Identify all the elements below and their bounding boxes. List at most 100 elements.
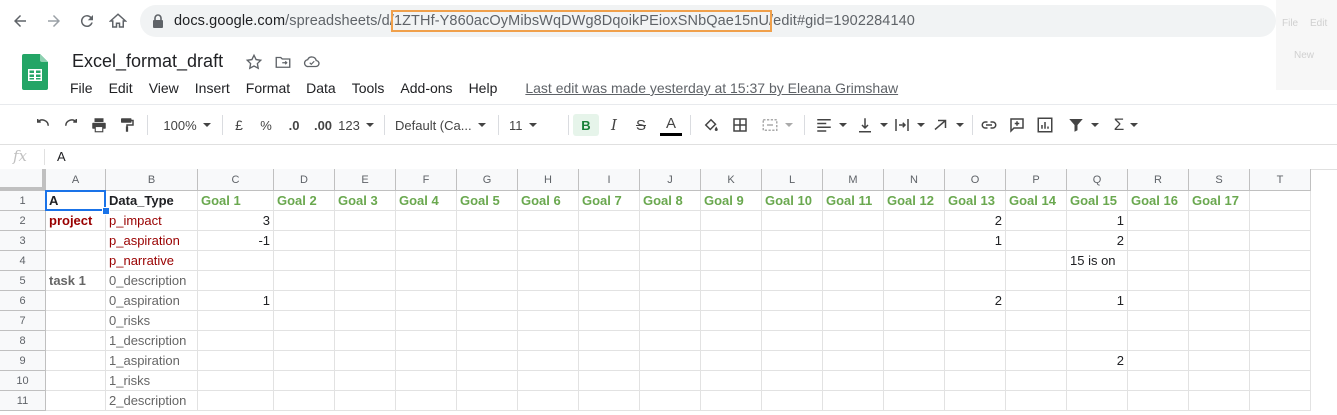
column-header-d[interactable]: D bbox=[274, 169, 335, 191]
italic-button[interactable]: I bbox=[606, 114, 622, 136]
cell-t5[interactable] bbox=[1250, 271, 1311, 291]
cell-d10[interactable] bbox=[274, 371, 335, 391]
cell-r11[interactable] bbox=[1128, 391, 1189, 411]
cell-s11[interactable] bbox=[1189, 391, 1250, 411]
cell-n5[interactable] bbox=[884, 271, 945, 291]
column-header-r[interactable]: R bbox=[1128, 169, 1189, 191]
insert-chart-icon[interactable] bbox=[1035, 114, 1055, 136]
cell-m11[interactable] bbox=[823, 391, 884, 411]
functions-button[interactable]: Σ bbox=[1110, 114, 1142, 136]
cell-s8[interactable] bbox=[1189, 331, 1250, 351]
row-header-8[interactable]: 8 bbox=[0, 331, 46, 351]
last-edit-link[interactable]: Last edit was made yesterday at 15:37 by… bbox=[517, 78, 906, 98]
vertical-align-icon[interactable] bbox=[855, 114, 889, 136]
cell-e3[interactable] bbox=[335, 231, 396, 251]
cell-k9[interactable] bbox=[701, 351, 762, 371]
cell-t3[interactable] bbox=[1250, 231, 1311, 251]
cell-p8[interactable] bbox=[1006, 331, 1067, 351]
cell-g2[interactable] bbox=[457, 211, 518, 231]
cell-l5[interactable] bbox=[762, 271, 823, 291]
cell-p10[interactable] bbox=[1006, 371, 1067, 391]
column-header-s[interactable]: S bbox=[1189, 169, 1250, 191]
cell-j6[interactable] bbox=[640, 291, 701, 311]
cell-e4[interactable] bbox=[335, 251, 396, 271]
cell-p7[interactable] bbox=[1006, 311, 1067, 331]
fill-handle[interactable] bbox=[102, 207, 110, 215]
cell-r5[interactable] bbox=[1128, 271, 1189, 291]
cell-g11[interactable] bbox=[457, 391, 518, 411]
cell-s6[interactable] bbox=[1189, 291, 1250, 311]
menu-file[interactable]: File bbox=[62, 78, 101, 98]
cell-m8[interactable] bbox=[823, 331, 884, 351]
increase-decimal-button[interactable]: .00 bbox=[311, 114, 335, 136]
filter-icon[interactable] bbox=[1064, 114, 1102, 136]
cell-a10[interactable] bbox=[46, 371, 106, 391]
cell-c8[interactable] bbox=[198, 331, 274, 351]
cell-m3[interactable] bbox=[823, 231, 884, 251]
cell-b9[interactable]: 1_aspiration bbox=[106, 351, 198, 371]
cell-t1[interactable] bbox=[1250, 191, 1311, 211]
font-select[interactable]: Default (Ca... bbox=[395, 114, 487, 136]
cell-o1[interactable]: Goal 13 bbox=[945, 191, 1006, 211]
cell-p1[interactable]: Goal 14 bbox=[1006, 191, 1067, 211]
cell-j2[interactable] bbox=[640, 211, 701, 231]
cell-j8[interactable] bbox=[640, 331, 701, 351]
row-header-7[interactable]: 7 bbox=[0, 311, 46, 331]
cell-j10[interactable] bbox=[640, 371, 701, 391]
column-header-m[interactable]: M bbox=[823, 169, 884, 191]
menu-edit[interactable]: Edit bbox=[101, 78, 141, 98]
cell-f7[interactable] bbox=[396, 311, 457, 331]
cell-n4[interactable] bbox=[884, 251, 945, 271]
cell-i8[interactable] bbox=[579, 331, 640, 351]
cell-f11[interactable] bbox=[396, 391, 457, 411]
cell-k8[interactable] bbox=[701, 331, 762, 351]
cell-l4[interactable] bbox=[762, 251, 823, 271]
row-header-6[interactable]: 6 bbox=[0, 291, 46, 311]
cell-l11[interactable] bbox=[762, 391, 823, 411]
cell-d3[interactable] bbox=[274, 231, 335, 251]
cell-f5[interactable] bbox=[396, 271, 457, 291]
column-header-b[interactable]: B bbox=[106, 169, 198, 191]
cell-a9[interactable] bbox=[46, 351, 106, 371]
cell-o10[interactable] bbox=[945, 371, 1006, 391]
cell-k3[interactable] bbox=[701, 231, 762, 251]
cell-h1[interactable]: Goal 6 bbox=[518, 191, 579, 211]
cell-o3[interactable]: 1 bbox=[945, 231, 1006, 251]
cell-b3[interactable]: p_aspiration bbox=[106, 231, 198, 251]
cell-i10[interactable] bbox=[579, 371, 640, 391]
cell-o7[interactable] bbox=[945, 311, 1006, 331]
text-wrapping-icon[interactable] bbox=[892, 114, 926, 136]
home-icon[interactable] bbox=[106, 9, 130, 33]
column-header-k[interactable]: K bbox=[701, 169, 762, 191]
cell-t7[interactable] bbox=[1250, 311, 1311, 331]
document-title[interactable]: Excel_format_draft bbox=[72, 51, 223, 72]
cell-d9[interactable] bbox=[274, 351, 335, 371]
cell-j7[interactable] bbox=[640, 311, 701, 331]
cell-p4[interactable] bbox=[1006, 251, 1067, 271]
cell-p3[interactable] bbox=[1006, 231, 1067, 251]
cell-n10[interactable] bbox=[884, 371, 945, 391]
cell-n11[interactable] bbox=[884, 391, 945, 411]
cell-o4[interactable] bbox=[945, 251, 1006, 271]
cell-a1[interactable]: A bbox=[46, 191, 106, 211]
cell-l9[interactable] bbox=[762, 351, 823, 371]
column-header-c[interactable]: C bbox=[198, 169, 274, 191]
horizontal-align-icon[interactable] bbox=[814, 114, 848, 136]
cell-o2[interactable]: 2 bbox=[945, 211, 1006, 231]
cell-g7[interactable] bbox=[457, 311, 518, 331]
cell-e6[interactable] bbox=[335, 291, 396, 311]
menu-data[interactable]: Data bbox=[298, 78, 344, 98]
cell-e8[interactable] bbox=[335, 331, 396, 351]
more-formats-select[interactable]: 123 bbox=[338, 114, 373, 136]
cloud-saved-icon[interactable] bbox=[303, 53, 321, 71]
cell-c2[interactable]: 3 bbox=[198, 211, 274, 231]
cell-o5[interactable] bbox=[945, 271, 1006, 291]
cell-m1[interactable]: Goal 11 bbox=[823, 191, 884, 211]
cell-b7[interactable]: 0_risks bbox=[106, 311, 198, 331]
cell-r1[interactable]: Goal 16 bbox=[1128, 191, 1189, 211]
cell-h9[interactable] bbox=[518, 351, 579, 371]
forward-icon[interactable] bbox=[42, 9, 66, 33]
cell-i11[interactable] bbox=[579, 391, 640, 411]
cell-l7[interactable] bbox=[762, 311, 823, 331]
cell-m10[interactable] bbox=[823, 371, 884, 391]
